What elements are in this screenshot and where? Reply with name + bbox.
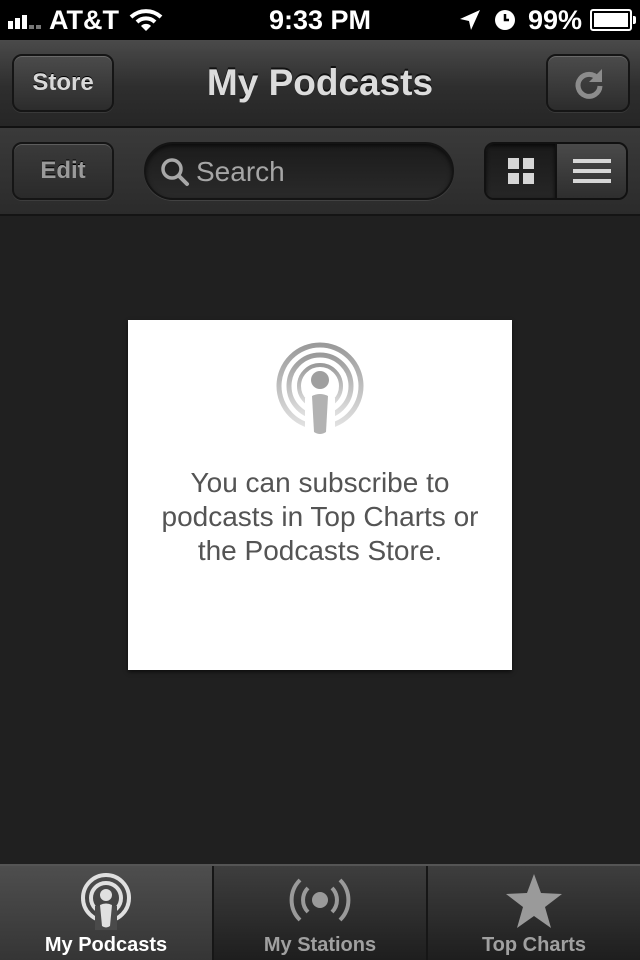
status-bar: AT&T 9:33 PM 99% xyxy=(0,0,640,40)
tab-bar: My Podcasts My Stations Top Charts xyxy=(0,864,640,960)
star-icon xyxy=(506,874,562,928)
clock-icon xyxy=(494,10,515,30)
grid-view-button[interactable] xyxy=(486,144,557,198)
edit-button[interactable]: Edit xyxy=(12,142,114,200)
search-field[interactable] xyxy=(144,142,454,200)
podcast-icon xyxy=(81,873,131,930)
location-arrow-icon xyxy=(459,10,480,30)
battery-percent: 99% xyxy=(527,4,582,35)
podcast-list-area: You can subscribe to podcasts in Top Cha… xyxy=(0,216,640,864)
empty-state-message: You can subscribe to podcasts in Top Cha… xyxy=(161,467,479,566)
empty-state-card: You can subscribe to podcasts in Top Cha… xyxy=(128,320,512,670)
tab-top-charts[interactable]: Top Charts xyxy=(428,866,640,960)
navigation-bar: Store My Podcasts xyxy=(0,40,640,128)
list-view-button[interactable] xyxy=(557,144,626,198)
store-button[interactable]: Store xyxy=(12,54,114,112)
page-title: My Podcasts xyxy=(206,62,434,103)
battery-icon xyxy=(590,9,636,31)
list-view-icon xyxy=(572,159,611,183)
refresh-button[interactable] xyxy=(546,54,630,112)
search-icon xyxy=(161,158,189,186)
tab-label: Top Charts xyxy=(481,934,587,956)
toolbar: Edit xyxy=(0,128,640,216)
view-mode-switch xyxy=(484,142,628,200)
podcasts-app: AT&T 9:33 PM 99% Store My Podcasts Edit … xyxy=(0,0,640,960)
podcast-icon xyxy=(276,342,364,438)
stations-icon xyxy=(289,878,351,922)
grid-view-icon xyxy=(507,158,534,184)
status-right: 99% xyxy=(458,4,636,36)
tab-my-stations[interactable]: My Stations xyxy=(214,866,428,960)
tab-label: My Podcasts xyxy=(44,934,168,956)
refresh-icon xyxy=(575,69,603,99)
search-input[interactable] xyxy=(194,152,438,192)
tab-label: My Stations xyxy=(263,934,377,956)
tab-my-podcasts[interactable]: My Podcasts xyxy=(0,866,214,960)
